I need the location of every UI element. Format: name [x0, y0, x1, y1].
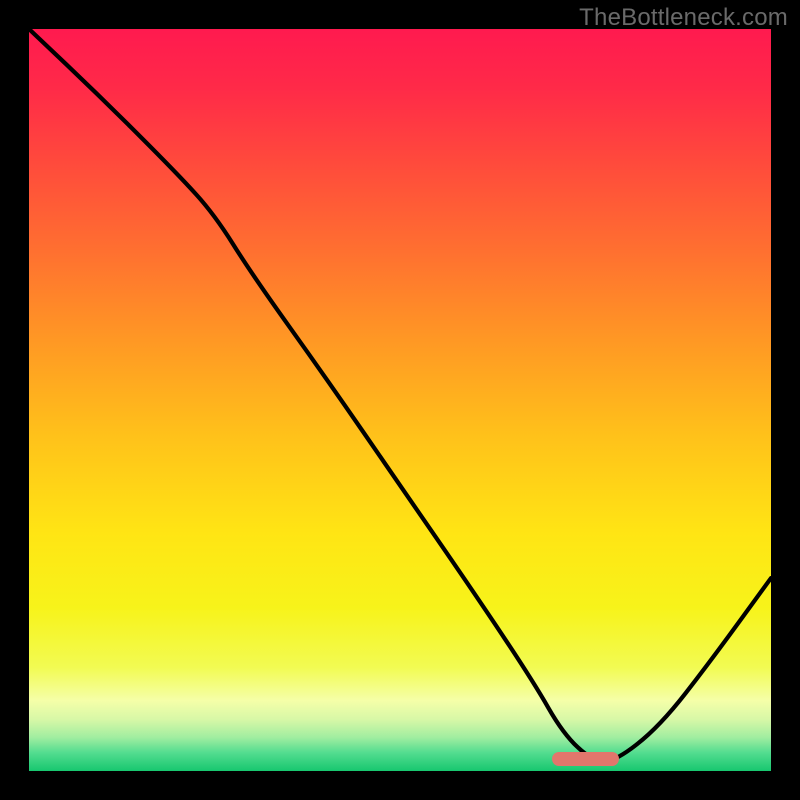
bottleneck-curve [29, 29, 771, 771]
chart-frame: TheBottleneck.com [0, 0, 800, 800]
plot-area [29, 29, 771, 771]
optimum-marker [552, 752, 619, 766]
watermark-text: TheBottleneck.com [579, 4, 788, 32]
